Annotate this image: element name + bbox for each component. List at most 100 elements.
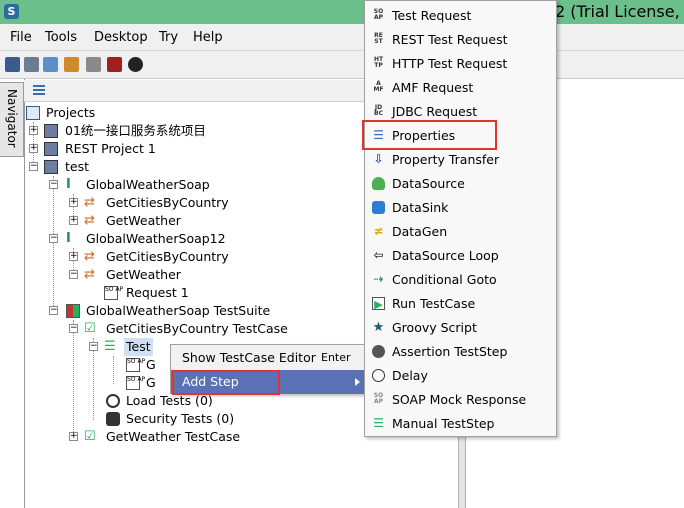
- submenu-groovy-script[interactable]: ★ Groovy Script: [365, 316, 556, 340]
- collapse-icon[interactable]: −: [49, 180, 58, 189]
- mock-icon: SO AP: [373, 392, 384, 405]
- tree-label: GetCitiesByCountry: [106, 249, 229, 264]
- menu-tools[interactable]: Tools: [45, 30, 77, 45]
- tree-label: G: [146, 357, 156, 372]
- toolbar: [0, 51, 684, 79]
- highlight-properties: [362, 120, 497, 150]
- tree-label: G: [146, 375, 156, 390]
- list-view-icon[interactable]: [33, 84, 45, 96]
- project-icon: [44, 160, 58, 174]
- new-project-icon[interactable]: [5, 57, 20, 72]
- soap-step-icon: SO AP: [126, 376, 145, 390]
- delay-icon: [372, 369, 385, 382]
- manual-icon: ☰: [373, 416, 384, 430]
- collapse-icon[interactable]: −: [29, 162, 38, 171]
- submenu-soap-mock-response[interactable]: SO AP SOAP Mock Response: [365, 388, 556, 412]
- soap-request-icon: SO AP: [104, 286, 123, 300]
- highlight-add-step: [172, 370, 280, 395]
- expand-icon[interactable]: +: [69, 252, 78, 261]
- goto-icon: ⇢: [373, 272, 384, 286]
- shortcut-label: Enter: [321, 351, 351, 364]
- assertion-icon: [372, 345, 385, 358]
- interface-icon: I: [66, 231, 71, 246]
- datasource-icon: [372, 177, 385, 190]
- expand-icon[interactable]: +: [29, 126, 38, 135]
- projects-icon: [26, 106, 40, 120]
- tree-label: Test: [124, 338, 153, 356]
- tree-label: GlobalWeatherSoap TestSuite: [86, 303, 271, 318]
- testcase-icon: ☑: [84, 429, 96, 444]
- rest-icon: RE ST: [374, 32, 383, 45]
- navigator-tab[interactable]: Navigator: [0, 82, 24, 157]
- soap-icon: SO AP: [373, 8, 384, 21]
- tree-label: GlobalWeatherSoap12: [86, 231, 226, 246]
- interface-icon: I: [66, 177, 71, 192]
- submenu-assertion-teststep[interactable]: Assertion TestStep: [365, 340, 556, 364]
- menu-help[interactable]: Help: [193, 30, 223, 45]
- menu-try[interactable]: Try: [159, 30, 178, 45]
- tree-label: GetWeather: [106, 213, 181, 228]
- testsuite-icon: [66, 304, 80, 318]
- submenu-datasource[interactable]: DataSource: [365, 172, 556, 196]
- submenu-amf-request[interactable]: A MF AMF Request: [365, 76, 556, 100]
- menu-file[interactable]: File: [10, 30, 32, 45]
- expand-icon[interactable]: +: [69, 198, 78, 207]
- expand-icon[interactable]: +: [29, 144, 38, 153]
- menu-item-show-testcase-editor[interactable]: Show TestCase Editor Enter: [171, 346, 365, 370]
- add-step-submenu: SO AP Test Request RE ST REST Test Reque…: [364, 0, 557, 437]
- submenu-arrow-icon: [355, 378, 360, 386]
- tree-label: 01统一接口服务系统项目: [65, 123, 206, 138]
- groovy-icon: ★: [372, 320, 385, 335]
- tree-label: test: [65, 159, 90, 174]
- submenu-datagen[interactable]: ≠ DataGen: [365, 220, 556, 244]
- submenu-datasource-loop[interactable]: ⇦ DataSource Loop: [365, 244, 556, 268]
- operation-icon: ⇄: [84, 249, 95, 264]
- project-icon: [44, 124, 58, 138]
- proxy-icon[interactable]: [107, 57, 122, 72]
- teststeps-icon: ☰: [104, 339, 116, 354]
- expand-icon[interactable]: +: [69, 216, 78, 225]
- submenu-run-testcase[interactable]: ▶ Run TestCase: [365, 292, 556, 316]
- title-bar: S 2 (Trial License, s: [0, 0, 684, 24]
- help-icon[interactable]: [128, 57, 143, 72]
- jdbc-icon: JD BC: [374, 104, 383, 117]
- submenu-delay[interactable]: Delay: [365, 364, 556, 388]
- tree-label: Projects: [46, 105, 96, 120]
- import-project-icon[interactable]: [24, 57, 39, 72]
- submenu-property-transfer[interactable]: ⇩ Property Transfer: [365, 148, 556, 172]
- expand-icon[interactable]: +: [69, 432, 78, 441]
- submenu-rest-test-request[interactable]: RE ST REST Test Request: [365, 28, 556, 52]
- project-icon: [44, 142, 58, 156]
- preferences-icon[interactable]: [86, 57, 101, 72]
- tree-label: GlobalWeatherSoap: [86, 177, 210, 192]
- datagen-icon: ≠: [373, 224, 384, 238]
- tree-label: GetWeather TestCase: [106, 429, 241, 444]
- app-logo-icon: S: [4, 4, 19, 19]
- operation-icon: ⇄: [84, 213, 95, 228]
- navigator-tab-label: Navigator: [5, 89, 19, 148]
- forum-icon[interactable]: [64, 57, 79, 72]
- submenu-http-test-request[interactable]: HT TP HTTP Test Request: [365, 52, 556, 76]
- collapse-icon[interactable]: −: [69, 270, 78, 279]
- submenu-test-request[interactable]: SO AP Test Request: [365, 4, 556, 28]
- menu-bar: File Tools Desktop Try Help: [0, 24, 684, 51]
- tree-label: GetWeather: [106, 267, 181, 282]
- submenu-manual-teststep[interactable]: ☰ Manual TestStep: [365, 412, 556, 436]
- submenu-datasink[interactable]: DataSink: [365, 196, 556, 220]
- runtestcase-icon: ▶: [372, 297, 385, 311]
- datasink-icon: [372, 201, 385, 214]
- collapse-icon[interactable]: −: [69, 324, 78, 333]
- save-all-icon[interactable]: [43, 57, 58, 72]
- menu-desktop[interactable]: Desktop: [94, 30, 148, 45]
- submenu-conditional-goto[interactable]: ⇢ Conditional Goto: [365, 268, 556, 292]
- tree-label: GetCitiesByCountry: [106, 195, 229, 210]
- loop-icon: ⇦: [373, 248, 384, 262]
- operation-icon: ⇄: [84, 195, 95, 210]
- collapse-icon[interactable]: −: [49, 306, 58, 315]
- transfer-icon: ⇩: [373, 152, 384, 166]
- collapse-icon[interactable]: −: [49, 234, 58, 243]
- tree-label: Request 1: [126, 285, 189, 300]
- tree-label: GetCitiesByCountry TestCase: [106, 321, 288, 336]
- window-title: 2 (Trial License, s: [555, 2, 684, 21]
- collapse-icon[interactable]: −: [89, 342, 98, 351]
